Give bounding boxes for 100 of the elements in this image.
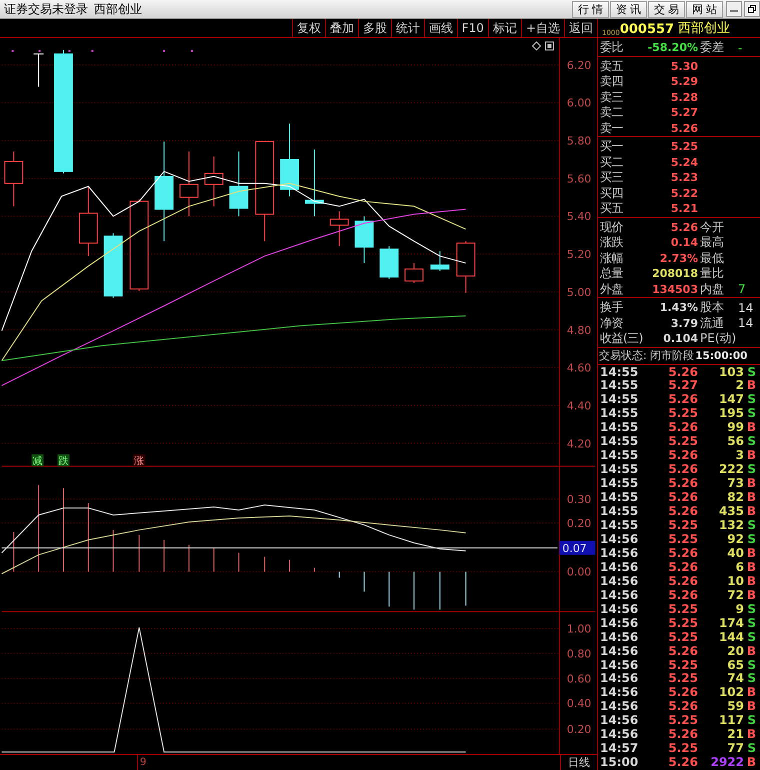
tick-price: 5.26: [667, 686, 698, 700]
tick-price: 5.26: [667, 546, 698, 560]
quote-label: 内盘: [699, 280, 725, 298]
quote-value: 0.14: [670, 236, 698, 249]
tick-price: 5.26: [667, 393, 698, 407]
tick-price: 5.26: [667, 588, 698, 602]
quote-value: 2.73%: [658, 252, 698, 264]
axis-tick-label: 0.80: [566, 647, 592, 660]
tick-volume: 147: [718, 393, 744, 407]
axis-tick-label: 5.20: [566, 248, 592, 262]
candlestick: [330, 210, 349, 247]
tick-volume: 117: [718, 714, 744, 728]
tick-volume: 59: [726, 700, 744, 714]
tick-time: 14:56: [600, 644, 640, 658]
tick-time: 14:56: [600, 616, 640, 630]
candlestick: [304, 149, 324, 217]
menu-button[interactable]: 交易: [648, 0, 685, 18]
signal-marker: 涨: [133, 454, 146, 468]
tick-side: S: [746, 393, 756, 407]
trade-status: 交易状态: 闭市阶段: [599, 348, 694, 363]
tick-price: 5.25: [667, 616, 698, 630]
tick-time: 14:55: [600, 505, 640, 519]
candlestick: [180, 151, 198, 217]
tick-time: 14:56: [600, 714, 640, 728]
window-title: 西部创业: [94, 0, 142, 18]
menu-button[interactable]: 网站: [686, 0, 723, 18]
tick-side: S: [746, 463, 756, 477]
quote-value: 5.23: [670, 171, 698, 184]
tick-side: B: [746, 756, 756, 770]
tick-side: B: [746, 728, 756, 742]
tick-price: 5.26: [667, 700, 698, 714]
tick-volume: 40: [726, 546, 744, 560]
high-price-marker: [33, 53, 44, 88]
diamond-icon[interactable]: [532, 41, 542, 51]
tick-side: S: [746, 407, 756, 421]
axis-tick-label: 5.80: [566, 134, 592, 148]
tick-time: 14:55: [600, 421, 640, 435]
tick-volume: 3: [734, 449, 744, 463]
tick-side: S: [746, 532, 756, 546]
tick-side: B: [746, 546, 756, 560]
quote-label: 买四: [600, 184, 624, 202]
tick-volume: 72: [726, 588, 744, 602]
tick-side: B: [746, 574, 756, 588]
tick-time: 14:56: [600, 658, 640, 672]
tick-side: B: [746, 644, 756, 658]
tick-side: S: [746, 518, 756, 532]
tick-price: 5.25: [667, 435, 698, 449]
tick-price: 5.26: [667, 728, 698, 742]
axis-tick-label: 5.40: [566, 210, 592, 224]
tick-time: 14:56: [600, 532, 640, 546]
tick-volume: 65: [726, 658, 744, 672]
axis-tick-label: 4.80: [566, 324, 592, 337]
tick-time: 14:55: [600, 379, 640, 393]
current-value-label: 0.07: [559, 540, 596, 555]
tick-time: 14:55: [600, 366, 640, 379]
quote-label: 买三: [600, 169, 624, 186]
window-icon[interactable]: [544, 41, 554, 50]
tick-price: 5.25: [667, 742, 698, 756]
tick-time: 14:57: [600, 742, 640, 756]
menu-button[interactable]: 资讯: [610, 0, 647, 18]
tick-price: 5.26: [667, 560, 698, 574]
tick-side: B: [746, 505, 756, 519]
tick-price: 5.26: [667, 756, 698, 770]
tick-volume: 21: [726, 728, 744, 742]
minimize-icon[interactable]: [726, 1, 742, 17]
tick-volume: 73: [726, 477, 744, 491]
tick-side: B: [746, 421, 756, 435]
axis-tick-label: 6.00: [566, 96, 592, 110]
axis-tick-label: 0.60: [566, 672, 592, 686]
tick-volume: 82: [726, 491, 744, 505]
axis-tick-label: 4.40: [566, 399, 592, 412]
candlestick: [354, 216, 374, 264]
quote-label: 卖五: [600, 58, 624, 74]
quote-value: 5.21: [670, 202, 698, 215]
tick-price: 5.26: [667, 574, 698, 588]
candlestick: [229, 151, 248, 217]
quote-label: 流通: [699, 314, 725, 332]
quote-label: 最高: [699, 234, 725, 251]
signal-marker: 减: [32, 454, 44, 468]
tick-volume: 77: [726, 742, 744, 756]
tick-volume: 195: [718, 407, 744, 421]
quote-value: 1.43%: [658, 301, 698, 314]
quote-label: 外盘: [600, 280, 624, 298]
quote-value: 5.25: [670, 140, 698, 153]
tick-time: 15:00: [600, 756, 640, 770]
tick-price: 5.25: [667, 714, 698, 728]
tick-time: 14:56: [600, 560, 640, 574]
tick-price: 5.25: [667, 602, 698, 616]
quote-label: 收益(三): [600, 330, 644, 347]
tick-volume: 6: [734, 560, 744, 574]
tick-price: 5.25: [667, 630, 698, 644]
axis-tick-label: 6.20: [566, 58, 592, 72]
quote-label: 最低: [699, 250, 725, 266]
quote-label: 卖四: [600, 73, 624, 90]
restore-icon[interactable]: [744, 1, 760, 17]
tick-price: 5.26: [667, 463, 698, 477]
menu-button[interactable]: 行情: [572, 0, 609, 18]
candlestick: [4, 151, 24, 207]
tick-price: 5.25: [667, 672, 698, 686]
tick-side: S: [746, 742, 756, 756]
